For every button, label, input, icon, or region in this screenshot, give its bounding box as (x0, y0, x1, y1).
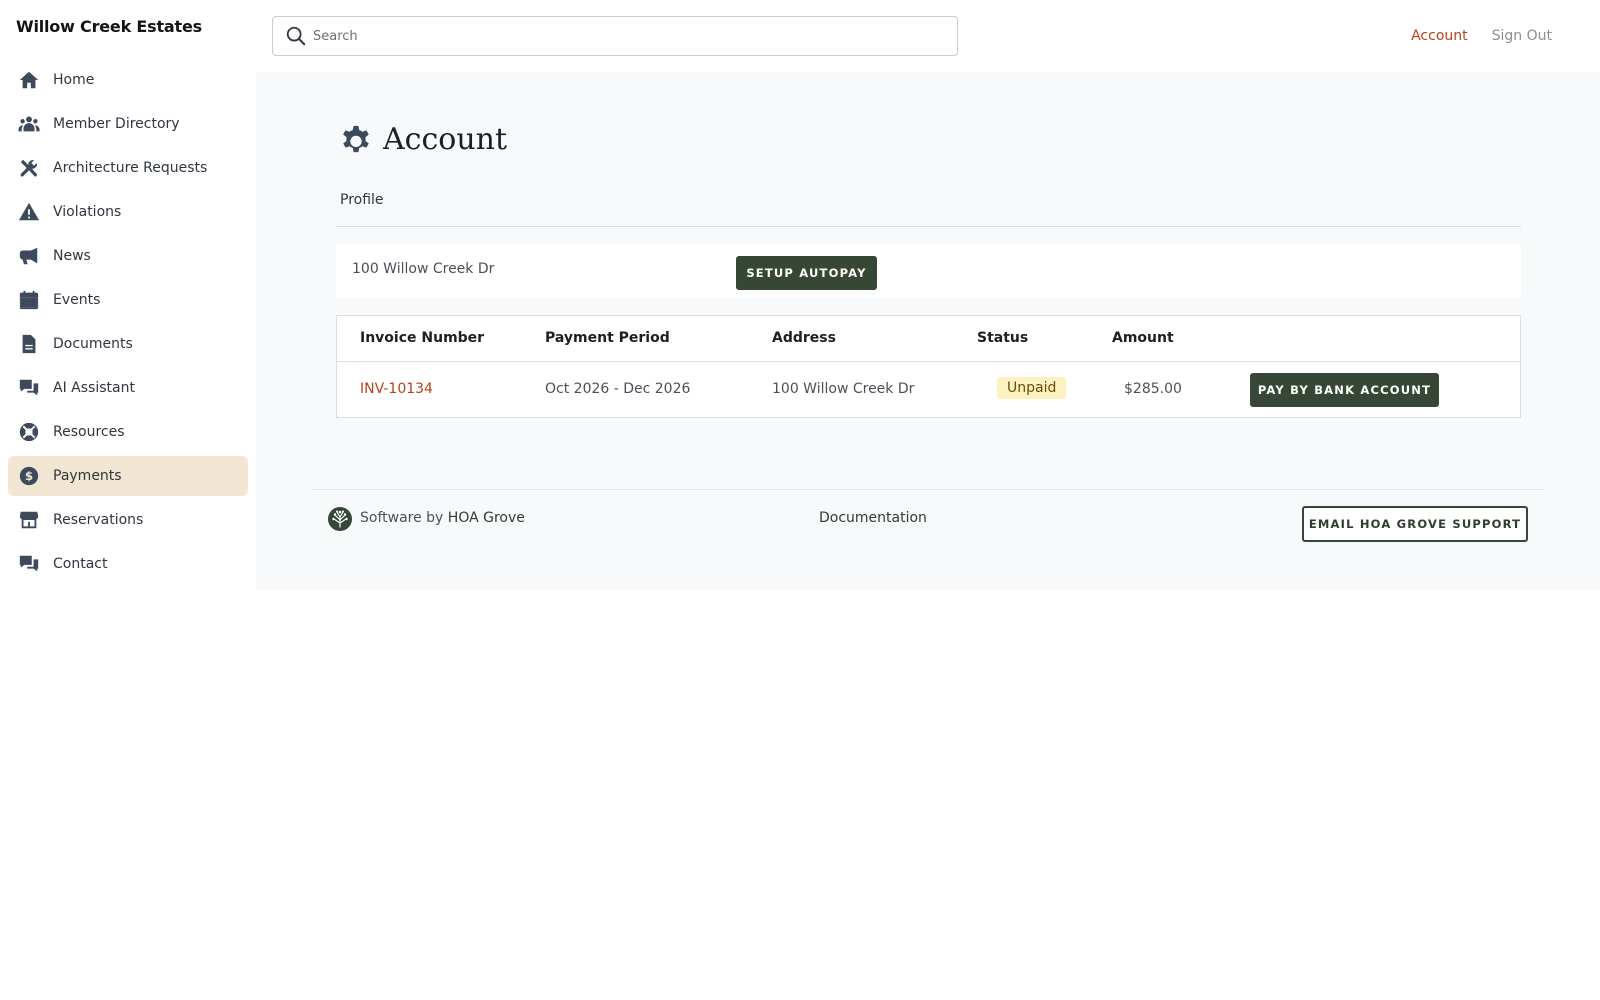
software-by-label: Software by (360, 510, 444, 526)
lifebuoy-icon (18, 421, 40, 443)
calendar-icon (18, 289, 40, 311)
sidebar-item-home[interactable]: Home (8, 60, 248, 100)
sidebar-item-documents[interactable]: Documents (8, 324, 248, 364)
tab-profile[interactable]: Profile (340, 192, 384, 208)
sidebar-item-payments[interactable]: $ Payments (8, 456, 248, 496)
sidebar-item-label: Architecture Requests (53, 160, 208, 176)
home-icon (18, 69, 40, 91)
sidebar-item-label: Reservations (53, 512, 144, 528)
address-card: 100 Willow Creek Dr SETUP AUTOPAY (336, 244, 1521, 298)
invoice-table: Invoice Number Payment Period Address St… (336, 315, 1521, 418)
sidebar-item-label: Violations (53, 204, 122, 220)
hoa-grove-logo-icon (328, 507, 352, 531)
document-icon (18, 333, 40, 355)
column-header-status: Status (977, 330, 1029, 346)
footer-divider (312, 489, 1544, 490)
column-header-invoice: Invoice Number (360, 330, 485, 346)
tools-icon (18, 157, 40, 179)
footer-credit: Software by HOA Grove (360, 510, 525, 526)
sign-out-link[interactable]: Sign Out (1492, 28, 1552, 44)
gear-icon (343, 125, 369, 152)
top-links: Account Sign Out (1411, 28, 1552, 44)
setup-autopay-button[interactable]: SETUP AUTOPAY (736, 256, 877, 290)
sidebar-item-architecture-requests[interactable]: Architecture Requests (8, 148, 248, 188)
documentation-link[interactable]: Documentation (819, 510, 927, 526)
svg-text:$: $ (25, 469, 33, 483)
sidebar-item-ai-assistant[interactable]: AI Assistant (8, 368, 248, 408)
megaphone-icon (18, 245, 40, 267)
dollar-icon: $ (18, 465, 40, 487)
chat-icon (18, 553, 40, 575)
table-row: INV-10134 Oct 2026 - Dec 2026 100 Willow… (337, 362, 1520, 418)
invoice-address: 100 Willow Creek Dr (772, 381, 915, 397)
page-title: Account (383, 122, 508, 157)
column-header-address: Address (772, 330, 836, 346)
sidebar-item-news[interactable]: News (8, 236, 248, 276)
invoice-amount: $285.00 (1124, 381, 1182, 397)
sidebar: Willow Creek Estates Home Member Directo… (0, 0, 256, 1000)
search-input[interactable] (313, 28, 913, 44)
page-header: Account (339, 122, 507, 157)
warning-icon (18, 201, 40, 223)
sidebar-item-label: Events (53, 292, 101, 308)
payment-period: Oct 2026 - Dec 2026 (545, 381, 691, 397)
sidebar-item-contact[interactable]: Contact (8, 544, 248, 584)
sidebar-item-label: Member Directory (53, 116, 180, 132)
sidebar-item-label: Resources (53, 424, 125, 440)
users-icon (18, 113, 40, 135)
column-header-period: Payment Period (545, 330, 670, 346)
search-bar[interactable] (272, 16, 958, 56)
status-badge: Unpaid (997, 377, 1067, 399)
divider (336, 226, 1521, 227)
invoice-number-link[interactable]: INV-10134 (360, 381, 433, 397)
sidebar-item-label: Documents (53, 336, 133, 352)
email-support-button[interactable]: EMAIL HOA GROVE SUPPORT (1302, 506, 1528, 542)
sidebar-item-label: Home (53, 72, 95, 88)
main-content: Account Profile 100 Willow Creek Dr SETU… (256, 72, 1600, 590)
property-address: 100 Willow Creek Dr (352, 261, 495, 277)
brand-title: Willow Creek Estates (16, 17, 202, 36)
sidebar-item-label: News (53, 248, 91, 264)
hoa-grove-link[interactable]: HOA Grove (448, 510, 525, 526)
search-icon (286, 26, 306, 46)
sidebar-item-resources[interactable]: Resources (8, 412, 248, 452)
sidebar-item-events[interactable]: Events (8, 280, 248, 320)
table-header: Invoice Number Payment Period Address St… (337, 316, 1520, 362)
pay-by-bank-account-button[interactable]: PAY BY BANK ACCOUNT (1250, 373, 1439, 407)
sidebar-nav: Home Member Directory Architecture Reque… (8, 60, 248, 588)
building-icon (18, 509, 40, 531)
chat-icon (18, 377, 40, 399)
sidebar-item-member-directory[interactable]: Member Directory (8, 104, 248, 144)
sidebar-item-reservations[interactable]: Reservations (8, 500, 248, 540)
column-header-amount: Amount (1112, 330, 1174, 346)
sidebar-item-label: Payments (53, 468, 122, 484)
sidebar-item-violations[interactable]: Violations (8, 192, 248, 232)
sidebar-item-label: AI Assistant (53, 380, 135, 396)
sidebar-item-label: Contact (53, 556, 108, 572)
account-link[interactable]: Account (1411, 28, 1468, 44)
